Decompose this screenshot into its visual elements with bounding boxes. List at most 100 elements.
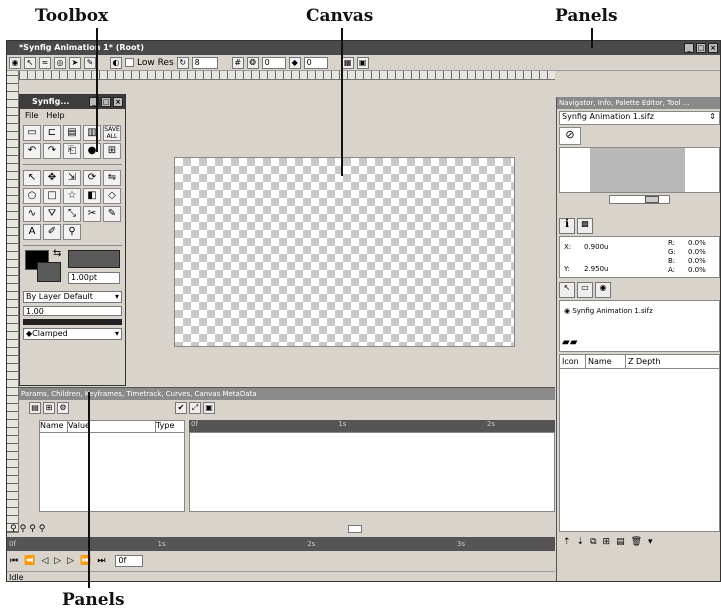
palette-tab-icon[interactable]: ▩ bbox=[577, 218, 593, 234]
keyframe-lock-icon[interactable]: ◆ bbox=[288, 56, 301, 69]
fill-color-swatch[interactable] bbox=[37, 262, 61, 282]
layers-col-icon[interactable]: Icon bbox=[560, 355, 586, 368]
drawing-canvas[interactable] bbox=[174, 157, 515, 347]
polygon-tool-icon[interactable]: ◇ bbox=[103, 188, 121, 204]
resolution-input[interactable]: 8 bbox=[191, 56, 218, 69]
toolbox-maximize[interactable]: □ bbox=[101, 97, 111, 107]
navigator-file-select[interactable]: Synfig Animation 1.sifz ⇕ bbox=[559, 111, 720, 125]
save-icon[interactable]: ▤ bbox=[63, 125, 81, 141]
fill-icon[interactable]: ● bbox=[83, 143, 101, 159]
arrow-icon[interactable]: ➤ bbox=[69, 56, 81, 69]
col-type-header[interactable]: Type bbox=[156, 421, 174, 432]
delete-layer-icon[interactable]: 🗑 bbox=[631, 537, 642, 547]
curves-tab-icon[interactable]: ⤢ bbox=[189, 402, 201, 414]
menu-arrow-icon[interactable]: ▾ bbox=[648, 537, 653, 547]
low-res-checkbox[interactable] bbox=[125, 58, 134, 67]
brush-width-input[interactable]: 1.00pt bbox=[68, 272, 120, 284]
play-icon[interactable]: ▷ bbox=[54, 556, 61, 566]
timetrack-area[interactable] bbox=[189, 432, 555, 512]
zoom-100-icon[interactable]: ⚲ bbox=[39, 524, 46, 534]
next-frame-icon[interactable]: ▷ bbox=[67, 556, 74, 566]
cutout-tool-icon[interactable]: ✂ bbox=[83, 206, 101, 222]
layer-options-icon[interactable]: ▤ bbox=[616, 537, 625, 547]
gradient-tool-icon[interactable]: ◧ bbox=[83, 188, 101, 204]
onion-skin-icon[interactable]: ❂ bbox=[246, 56, 259, 69]
swap-colors-icon[interactable]: ⇆ bbox=[53, 248, 61, 259]
zoom-slider[interactable] bbox=[348, 525, 363, 533]
zoom-out-icon[interactable]: ⚲ bbox=[20, 524, 27, 534]
sketch-tool-icon[interactable]: ✐ bbox=[43, 224, 61, 240]
open-file-icon[interactable]: ⊏ bbox=[43, 125, 61, 141]
menu-file[interactable]: File bbox=[25, 111, 38, 120]
menu-help[interactable]: Help bbox=[46, 111, 64, 120]
transform-tool-icon[interactable]: ↖ bbox=[23, 170, 41, 186]
fill-tool-icon[interactable]: ⛛ bbox=[43, 206, 61, 222]
zoom-tool-icon[interactable]: ⚲ bbox=[63, 224, 81, 240]
maximize-button[interactable]: □ bbox=[696, 43, 706, 53]
navigator-preview[interactable] bbox=[559, 147, 720, 193]
seek-begin-icon[interactable]: ⏮ bbox=[10, 556, 18, 566]
raise-layer-icon[interactable]: ⇡ bbox=[563, 537, 571, 547]
prev-keyframe-icon[interactable]: ⏪ bbox=[24, 556, 35, 566]
redo-icon[interactable]: ↷ bbox=[43, 143, 61, 159]
refresh-icon[interactable]: ↻ bbox=[176, 56, 189, 69]
smooth-move-tool-icon[interactable]: ✥ bbox=[43, 170, 61, 186]
zoom-fit-icon[interactable]: ⚲ bbox=[29, 524, 36, 534]
eyedrop-tool-icon[interactable]: ⤡ bbox=[63, 206, 81, 222]
blend-method-select[interactable]: By Layer Default ▾ bbox=[23, 291, 122, 303]
navigator-zoom-slider[interactable] bbox=[609, 195, 670, 204]
draw-icon[interactable]: ✎ bbox=[84, 56, 96, 69]
save-as-icon[interactable]: ▥ bbox=[83, 125, 101, 141]
rectangle-tool-icon[interactable]: □ bbox=[43, 188, 61, 204]
encapsulate-icon[interactable]: ⊞ bbox=[603, 537, 611, 547]
params-tab-icon[interactable]: ▤ bbox=[29, 402, 41, 414]
canvas-browser-tab-icon[interactable]: ◉ bbox=[595, 282, 611, 298]
zoom-in-icon[interactable]: ⚲ bbox=[10, 524, 17, 534]
undo-icon[interactable]: ↶ bbox=[23, 143, 41, 159]
current-time-input[interactable]: 0f bbox=[115, 555, 144, 567]
canvas-browser[interactable]: ◉ Synfig Animation 1.sifz ▰▰ bbox=[559, 300, 720, 352]
render-settings-icon[interactable]: ⎗ bbox=[63, 143, 81, 159]
layers-col-zdepth[interactable]: Z Depth bbox=[626, 355, 660, 368]
rotate-tool-icon[interactable]: ⟳ bbox=[83, 170, 101, 186]
star-tool-icon[interactable]: ☆ bbox=[63, 188, 81, 204]
sound-icon[interactable]: ▣ bbox=[356, 56, 369, 69]
seek-end-icon[interactable]: ⏭ bbox=[97, 556, 105, 566]
toolbox-close[interactable]: × bbox=[113, 97, 123, 107]
mirror-tool-icon[interactable]: ⇋ bbox=[103, 170, 121, 186]
draw-tool-icon[interactable]: ✎ bbox=[103, 206, 121, 222]
spline-tool-icon[interactable]: ∿ bbox=[23, 206, 41, 222]
render-icon[interactable]: ◎ bbox=[54, 56, 66, 69]
slider-thumb[interactable] bbox=[645, 196, 659, 203]
scale-tool-icon[interactable]: ⇲ bbox=[63, 170, 81, 186]
metadata-tab-icon[interactable]: ▣ bbox=[203, 402, 215, 414]
close-button[interactable]: × bbox=[708, 43, 718, 53]
caret-menu-icon[interactable]: ◉ bbox=[9, 56, 21, 69]
gradient-swatch[interactable] bbox=[68, 250, 120, 268]
frame-start-input[interactable]: 0 bbox=[261, 56, 286, 69]
new-file-icon[interactable]: ▭ bbox=[23, 125, 41, 141]
children-tab-icon[interactable]: ⊞ bbox=[43, 402, 55, 414]
smooth-move-icon[interactable]: ≈ bbox=[39, 56, 51, 69]
quality-icon[interactable]: ◐ bbox=[110, 56, 122, 69]
opacity-slider[interactable]: 1.00 bbox=[23, 306, 122, 316]
duplicate-layer-icon[interactable]: ⧉ bbox=[590, 537, 596, 547]
params-table[interactable]: Name Value Type bbox=[39, 420, 185, 512]
layers-tab-icon[interactable]: ↖ bbox=[559, 282, 575, 298]
prev-frame-icon[interactable]: ◁ bbox=[41, 556, 48, 566]
history-tab-icon[interactable]: ▭ bbox=[577, 282, 593, 298]
col-value-header[interactable]: Value bbox=[68, 421, 156, 432]
layers-col-name[interactable]: Name bbox=[586, 355, 626, 368]
circle-tool-icon[interactable]: ○ bbox=[23, 188, 41, 204]
keyframes-tab-icon[interactable]: ✔ bbox=[175, 402, 187, 414]
canvas-browser-item[interactable]: Synfig Animation 1.sifz bbox=[572, 307, 652, 315]
frame-end-input[interactable]: 0 bbox=[303, 56, 328, 69]
preview-icon[interactable]: ▦ bbox=[341, 56, 354, 69]
col-name-header[interactable]: Name bbox=[40, 421, 68, 432]
info-tab-icon[interactable]: ℹ bbox=[559, 218, 575, 234]
minimize-button[interactable]: _ bbox=[684, 43, 694, 53]
grid-icon[interactable]: # bbox=[231, 56, 244, 69]
layers-panel[interactable]: Icon Name Z Depth bbox=[559, 354, 720, 532]
library-tab-icon[interactable]: ⚙ bbox=[57, 402, 69, 414]
save-all-icon[interactable]: SAVE ALL bbox=[103, 125, 121, 141]
